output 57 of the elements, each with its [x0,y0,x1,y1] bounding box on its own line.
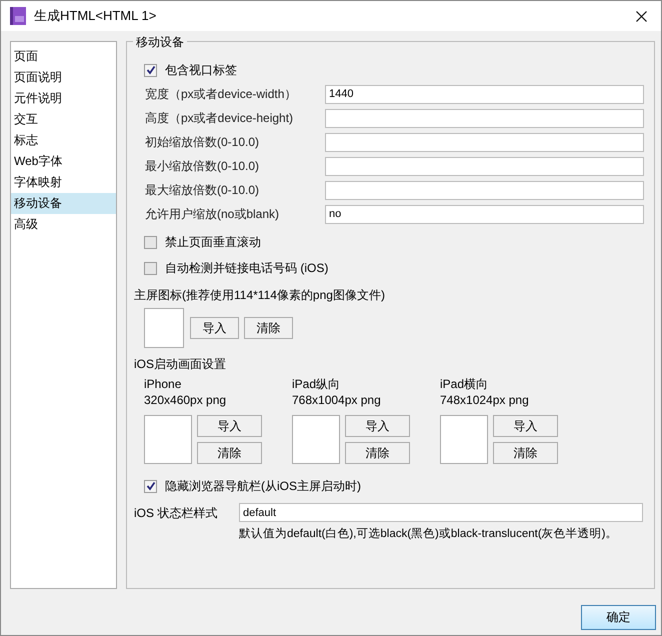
hint-text: 默认值为default(白色),可选black(黑色)或black-translucent(灰色半透明)。 [239,526,618,541]
input-field[interactable] [325,156,644,176]
input-field[interactable] [325,180,644,200]
image-preview [292,415,340,464]
sidebar-item[interactable]: 移动设备 [11,193,116,214]
close-icon[interactable] [636,10,647,22]
device-name: iPhone [144,377,182,392]
image-preview [440,415,488,464]
group-title: 移动设备 [133,34,187,51]
action-button[interactable]: 导入 [197,415,262,437]
field-label: 宽度（px或者device-width） [145,86,298,102]
action-button[interactable]: 清除 [345,442,410,464]
checkbox[interactable] [144,64,157,76]
action-button[interactable]: 清除 [197,442,262,464]
image-preview [144,415,192,464]
checkbox[interactable] [144,236,157,248]
field-label: 允许用户缩放(no或blank) [145,206,280,222]
checkbox-label: 隐藏浏览器导航栏(从iOS主屏启动时) [165,478,361,494]
action-button[interactable]: 导入 [345,415,410,437]
sidebar-item[interactable]: Web字体 [11,151,116,172]
checkbox-label: 自动检测并链接电话号码 (iOS) [165,260,328,276]
checkbox-label: 包含视口标签 [165,62,237,78]
device-name: iPad纵向 [292,377,342,392]
field-label: 最小缩放倍数(0-10.0) [145,158,260,174]
field-label: 最大缩放倍数(0-10.0) [145,182,260,198]
sidebar-item[interactable]: 页面说明 [11,67,116,88]
action-button[interactable]: 清除 [244,317,293,339]
field-label: 高度（px或者device-height) [145,110,294,126]
field-label: iOS 状态栏样式 [134,505,218,522]
input-field[interactable]: no [325,204,644,224]
image-size: 320x460px png [144,393,228,408]
action-button[interactable]: 清除 [493,442,558,464]
input-field[interactable] [325,132,644,152]
window-title: 生成HTML<HTML 1> [34,7,158,25]
sidebar-item[interactable]: 字体映射 [11,172,116,193]
sidebar-item[interactable]: 高级 [11,214,116,235]
field-label: 初始缩放倍数(0-10.0) [145,134,260,150]
action-button[interactable]: 导入 [493,415,558,437]
checkbox[interactable] [144,480,157,492]
device-name: iPad横向 [440,377,490,392]
sidebar-item[interactable]: 页面 [11,46,116,67]
image-size: 768x1004px png [292,393,382,408]
input-field[interactable] [325,108,644,128]
ok-button[interactable]: 确定 [581,605,656,630]
checkbox[interactable] [144,262,157,274]
section-label: 主屏图标(推荐使用114*114像素的png图像文件) [134,287,386,304]
input-field[interactable]: default [239,503,643,522]
sidebar-item[interactable]: 元件说明 [11,88,116,109]
sidebar-item[interactable]: 交互 [11,109,116,130]
input-field[interactable]: 1440 [325,84,644,104]
sidebar-item[interactable]: 标志 [11,130,116,151]
image-size: 748x1024px png [440,393,530,408]
action-button[interactable]: 导入 [190,317,239,339]
app-logo-icon [10,7,26,25]
checkbox-label: 禁止页面垂直滚动 [165,234,261,250]
image-preview [144,308,184,348]
section-label: iOS启动画面设置 [134,356,228,373]
